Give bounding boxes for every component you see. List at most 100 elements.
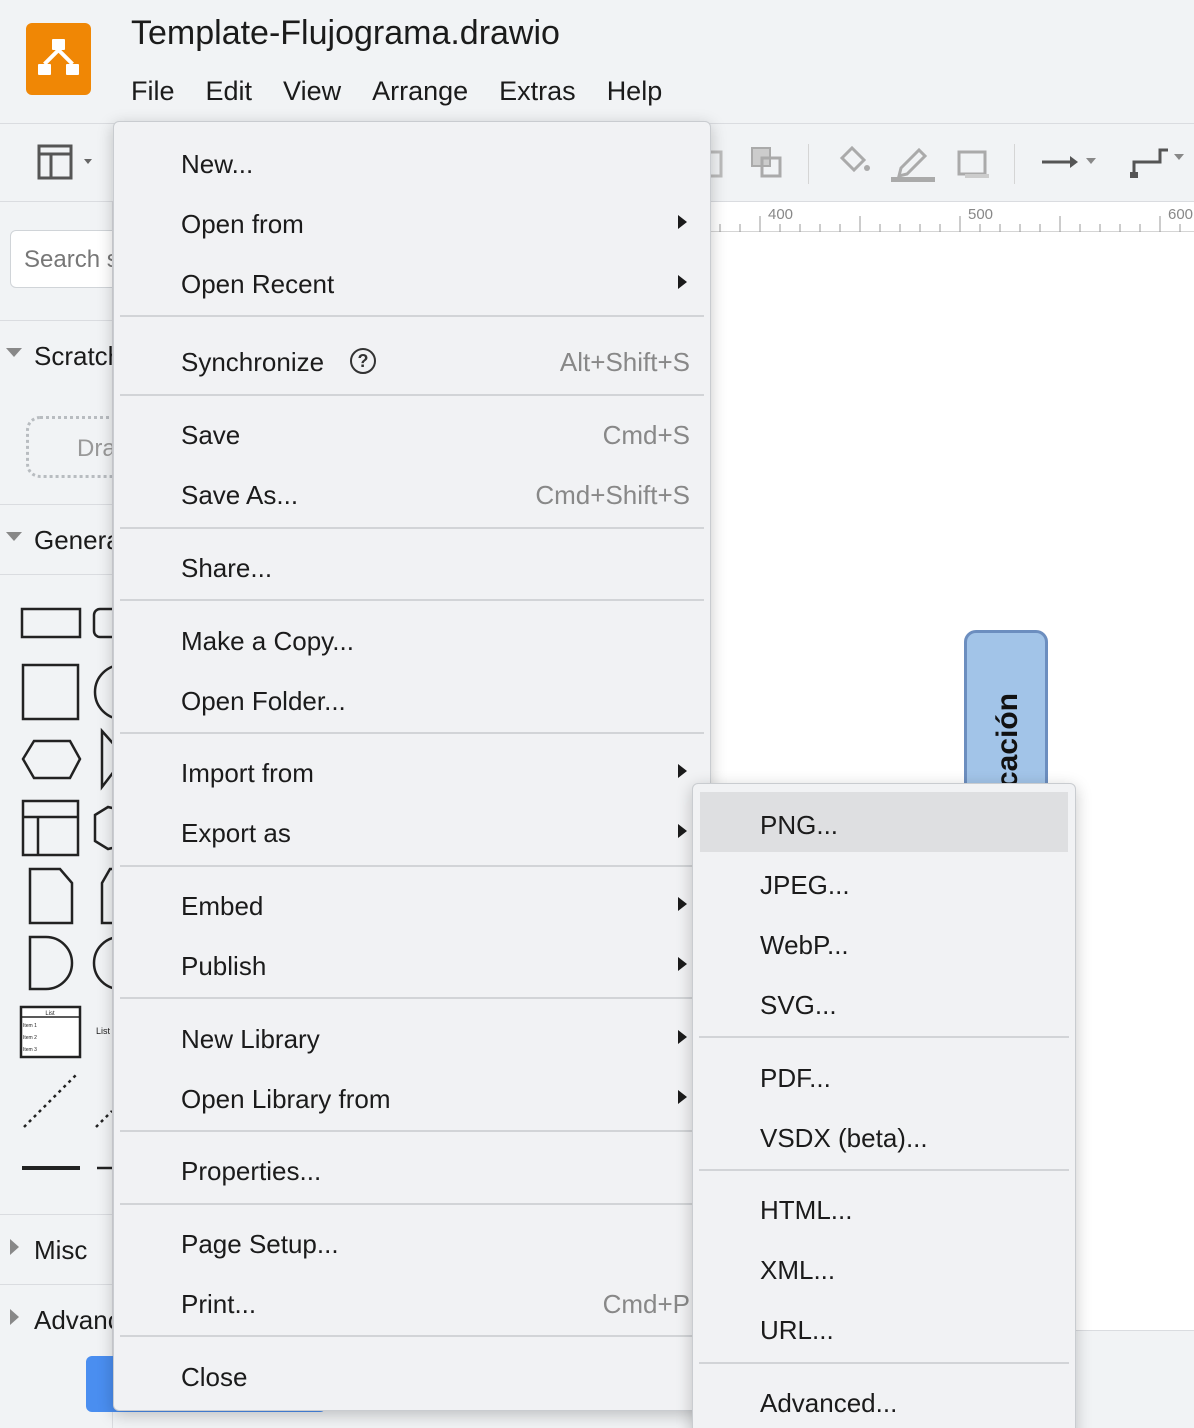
submenu-arrow-icon xyxy=(678,897,687,911)
ruler-label: 400 xyxy=(768,206,794,223)
export-item-webp[interactable]: WebP... xyxy=(693,912,1075,972)
menu-item-import-from[interactable]: Import from xyxy=(114,740,710,800)
menu-separator xyxy=(120,1203,704,1205)
menu-item-properties[interactable]: Properties... xyxy=(114,1138,710,1198)
drawio-logo-icon xyxy=(26,23,91,95)
document-title[interactable]: Template-Flujograma.drawio xyxy=(131,14,560,53)
shapes-sidebar: Search shapes Scratchpad Drag elements h… xyxy=(0,202,113,1428)
app-header: Template-Flujograma.drawio File Edit Vie… xyxy=(0,0,1194,124)
menu-item-share[interactable]: Share... xyxy=(114,535,710,595)
menu-item-open-from[interactable]: Open from xyxy=(114,191,710,251)
submenu-arrow-icon xyxy=(678,275,687,289)
chevron-right-icon xyxy=(10,1309,19,1325)
section-misc[interactable]: Misc xyxy=(0,1214,112,1284)
square-shape-icon xyxy=(21,663,80,721)
menu-item-page-setup[interactable]: Page Setup... xyxy=(114,1211,710,1271)
horizontal-ruler: 400 500 600 xyxy=(710,202,1194,232)
menu-item-close[interactable]: Close xyxy=(114,1344,710,1404)
fill-color-icon[interactable] xyxy=(836,144,872,185)
chevron-down-icon xyxy=(6,348,22,357)
circle-shape-icon xyxy=(93,665,112,719)
menu-item-publish[interactable]: Publish xyxy=(114,933,710,993)
rounded-rect-shape-icon xyxy=(92,607,112,639)
submenu-arrow-icon xyxy=(678,824,687,838)
menu-separator xyxy=(699,1036,1069,1038)
export-item-svg[interactable]: SVG... xyxy=(693,972,1075,1032)
connection-arrow-icon[interactable] xyxy=(1040,152,1106,177)
svg-text:List: List xyxy=(45,1011,55,1017)
menu-bar: File Edit View Arrange Extras Help xyxy=(131,76,693,112)
search-shapes-input[interactable]: Search shapes xyxy=(10,230,112,288)
search-placeholder: Search shapes xyxy=(24,246,112,273)
triangle-shape-icon xyxy=(100,727,112,791)
hexagon-shape-icon xyxy=(21,739,82,780)
delay-shape-icon xyxy=(28,935,74,991)
menu-item-print[interactable]: Print... Cmd+P xyxy=(114,1271,710,1331)
menu-help[interactable]: Help xyxy=(607,76,663,112)
export-item-jpeg[interactable]: JPEG... xyxy=(693,852,1075,912)
menu-separator xyxy=(699,1362,1069,1364)
export-item-url[interactable]: URL... xyxy=(693,1297,1075,1357)
menu-item-embed[interactable]: Embed xyxy=(114,873,710,933)
scratchpad-drop-area[interactable]: Drag elements here xyxy=(26,416,112,478)
section-general[interactable]: General xyxy=(0,504,112,574)
section-label: Misc xyxy=(34,1235,88,1265)
menu-item-new-library[interactable]: New Library xyxy=(114,1006,710,1066)
submenu-arrow-icon xyxy=(678,957,687,971)
section-label: Scratchpad xyxy=(34,341,112,371)
svg-text:Item 3: Item 3 xyxy=(23,1047,37,1053)
menu-file[interactable]: File xyxy=(131,76,175,112)
menu-view[interactable]: View xyxy=(283,76,341,112)
section-label: General xyxy=(34,525,112,555)
container-shape-icon xyxy=(21,799,80,857)
general-shapes-palette[interactable]: List Item 1 Item 2 Item 3 List xyxy=(0,597,113,1187)
menu-separator xyxy=(120,997,704,999)
shape-label: cación xyxy=(991,693,1024,789)
document-shape-icon xyxy=(28,867,74,925)
section-label: Advanced xyxy=(34,1305,112,1335)
menu-item-make-copy[interactable]: Make a Copy... xyxy=(114,608,710,668)
menu-item-open-folder[interactable]: Open Folder... xyxy=(114,668,710,728)
menu-item-export-as[interactable]: Export as xyxy=(114,800,710,860)
export-as-submenu: PNG... JPEG... WebP... SVG... PDF... VSD… xyxy=(692,783,1076,1428)
waypoints-icon[interactable] xyxy=(1128,144,1194,185)
export-item-advanced[interactable]: Advanced... xyxy=(693,1370,1075,1428)
export-item-vsdx[interactable]: VSDX (beta)... xyxy=(693,1105,1075,1165)
menu-item-open-library-from[interactable]: Open Library from xyxy=(114,1066,710,1126)
export-item-png[interactable]: PNG... xyxy=(700,792,1068,852)
cube-shape-icon xyxy=(93,805,112,851)
menu-separator xyxy=(699,1169,1069,1171)
menu-edit[interactable]: Edit xyxy=(206,76,253,112)
export-item-pdf[interactable]: PDF... xyxy=(693,1045,1075,1105)
menu-item-open-recent[interactable]: Open Recent xyxy=(114,251,710,311)
rectangle-shape-icon xyxy=(20,607,82,639)
menu-extras[interactable]: Extras xyxy=(499,76,576,112)
menu-item-new[interactable]: New... xyxy=(114,131,710,191)
toolbar-divider xyxy=(808,144,809,184)
section-advanced[interactable]: Advanced xyxy=(0,1284,112,1354)
line-color-icon[interactable] xyxy=(891,144,935,187)
submenu-arrow-icon xyxy=(678,215,687,229)
svg-text:List: List xyxy=(96,1026,111,1036)
menu-separator xyxy=(120,599,704,601)
to-back-icon[interactable] xyxy=(750,146,784,185)
section-scratchpad[interactable]: Scratchpad xyxy=(0,320,112,390)
arc-shape-icon xyxy=(92,936,112,990)
menu-separator xyxy=(120,1335,704,1337)
submenu-arrow-icon xyxy=(678,764,687,778)
menu-item-synchronize[interactable]: Synchronize? Alt+Shift+S xyxy=(114,329,710,389)
submenu-arrow-icon xyxy=(678,1090,687,1104)
dashed-line-shape-icon xyxy=(95,1110,112,1128)
menu-item-save-as[interactable]: Save As... Cmd+Shift+S xyxy=(114,462,710,522)
export-item-xml[interactable]: XML... xyxy=(693,1237,1075,1297)
format-panel-icon[interactable] xyxy=(37,144,105,185)
dotted-line-shape-icon xyxy=(23,1074,77,1128)
menu-arrange[interactable]: Arrange xyxy=(372,76,468,112)
export-item-html[interactable]: HTML... xyxy=(693,1177,1075,1237)
file-menu: New... Open from Open Recent Synchronize… xyxy=(113,121,711,1411)
chevron-down-icon xyxy=(6,532,22,541)
shadow-icon[interactable] xyxy=(957,150,991,185)
help-icon[interactable]: ? xyxy=(350,348,376,374)
menu-item-save[interactable]: Save Cmd+S xyxy=(114,402,710,462)
card-shape-icon xyxy=(100,867,112,925)
